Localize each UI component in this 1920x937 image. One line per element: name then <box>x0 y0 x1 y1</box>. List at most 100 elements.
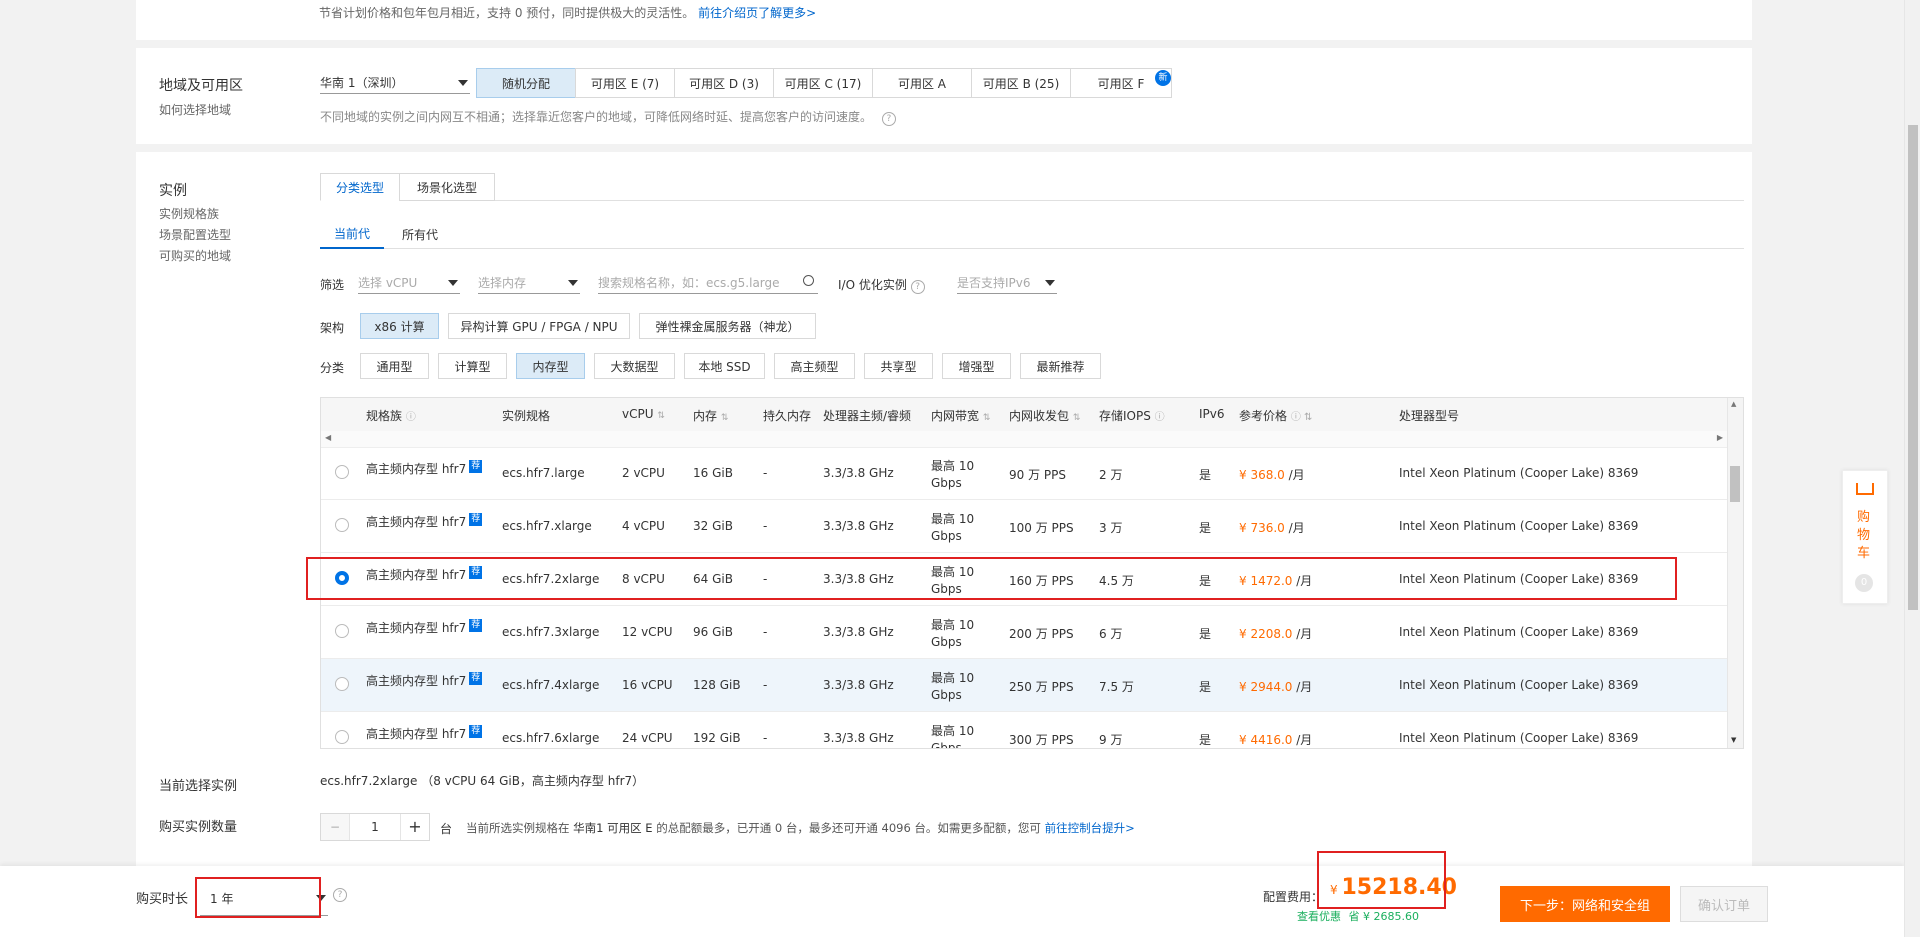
th-pps[interactable]: 内网收发包 ⇅ <box>1009 407 1080 424</box>
th-vcpu[interactable]: vCPU ⇅ <box>622 407 665 421</box>
quota-increase-link[interactable]: 前往控制台提升> <box>1045 821 1135 835</box>
cell-spec: ecs.hfr7.6xlarge <box>502 731 600 745</box>
scroll-thumb[interactable] <box>1730 466 1740 502</box>
help-icon[interactable]: ? <box>333 888 347 902</box>
scroll-up-icon[interactable]: ▲ <box>1731 400 1736 408</box>
zone-b[interactable]: 可用区 B (25) <box>971 68 1071 98</box>
scroll-left-icon[interactable]: ◀ <box>325 433 331 442</box>
filter-label: 筛选 <box>320 278 345 292</box>
cell-cpu: Intel Xeon Platinum (Cooper Lake) 8369 <box>1399 625 1639 639</box>
cart-label: 购物车 <box>1857 510 1871 561</box>
zone-c[interactable]: 可用区 C (17) <box>773 68 873 98</box>
cell-spec: ecs.hfr7.3xlarge <box>502 625 600 639</box>
selected-row-highlight <box>306 557 1677 600</box>
horizontal-scrollbar[interactable]: ◀ ▶ <box>321 431 1743 448</box>
category-shared[interactable]: 共享型 <box>864 353 933 379</box>
cell-freq: 3.3/3.8 GHz <box>823 731 894 745</box>
cell-vcpu: 4 vCPU <box>622 519 665 533</box>
table-row[interactable]: 高主频内存型 hfr7 荐 ecs.hfr7.6xlarge 24 vCPU 192 G… <box>321 712 1727 748</box>
table-row[interactable]: 高主频内存型 hfr7 荐 ecs.hfr7.large 2 vCPU 16 GiB - 3… <box>321 447 1727 500</box>
new-badge: 新 <box>1155 70 1171 86</box>
category-local-ssd[interactable]: 本地 SSD <box>684 353 765 379</box>
arch-x86[interactable]: x86 计算 <box>360 313 439 339</box>
instance-family-link[interactable]: 实例规格族 <box>159 204 219 225</box>
row-radio[interactable] <box>335 677 349 691</box>
row-radio[interactable] <box>335 465 349 479</box>
spec-search-input[interactable]: 搜索规格名称，如：ecs.g5.large <box>598 272 818 294</box>
region-help-link[interactable]: 如何选择地域 <box>159 100 231 121</box>
page-scrollbar[interactable] <box>1904 0 1920 937</box>
cell-pmem: - <box>763 625 768 639</box>
cell-ipv6: 是 <box>1199 521 1212 535</box>
category-general[interactable]: 通用型 <box>360 353 429 379</box>
cell-pmem: - <box>763 519 768 533</box>
discount-link[interactable]: 查看优惠 <box>1297 910 1341 923</box>
decrement-button[interactable]: − <box>321 814 350 840</box>
scroll-right-icon[interactable]: ▶ <box>1717 433 1723 442</box>
cell-pmem: - <box>763 731 768 745</box>
arch-bare-metal[interactable]: 弹性裸金属服务器（神龙） <box>639 313 816 339</box>
cart-count: 0 <box>1855 574 1873 592</box>
zone-a[interactable]: 可用区 A <box>872 68 972 98</box>
region-select[interactable]: 华南 1（深圳） <box>320 72 470 94</box>
top-note-text: 节省计划价格和包年包月相近，支持 0 预付，同时提供极大的灵活性。 <box>319 6 695 20</box>
zone-e[interactable]: 可用区 E (7) <box>575 68 675 98</box>
tab-all-gen[interactable]: 所有代 <box>402 226 438 243</box>
confirm-order-button[interactable]: 确认订单 <box>1680 886 1768 922</box>
th-price[interactable]: 参考价格 ⓘ ⇅ <box>1239 407 1312 424</box>
quantity-stepper[interactable]: − 1 + <box>320 813 430 841</box>
recommend-badge: 荐 <box>469 725 483 738</box>
cell-pmem: - <box>763 466 768 480</box>
cell-iops: 3 万 <box>1099 521 1123 535</box>
tab-current-gen[interactable]: 当前代 <box>320 225 384 249</box>
discount-line: 查看优惠 省 ¥ 2685.60 <box>1297 910 1419 923</box>
recommend-badge: 荐 <box>469 619 483 632</box>
th-bandwidth[interactable]: 内网带宽 ⇅ <box>931 407 990 424</box>
row-radio[interactable] <box>335 518 349 532</box>
zone-random[interactable]: 随机分配 <box>476 68 576 98</box>
tab-category[interactable]: 分类选型 <box>320 173 400 201</box>
scroll-down-icon[interactable]: ▼ <box>1731 736 1736 744</box>
quantity-input[interactable]: 1 <box>349 814 401 840</box>
tab-underline <box>320 200 1744 201</box>
zone-d[interactable]: 可用区 D (3) <box>674 68 774 98</box>
th-pmem: 持久内存 <box>763 409 812 423</box>
help-icon[interactable]: ? <box>910 280 925 294</box>
next-network-button[interactable]: 下一步：网络和安全组 <box>1500 886 1670 922</box>
cell-cpu: Intel Xeon Platinum (Cooper Lake) 8369 <box>1399 678 1639 692</box>
row-radio[interactable] <box>335 730 349 744</box>
help-icon[interactable]: ? <box>881 112 896 126</box>
th-memory[interactable]: 内存 ⇅ <box>693 407 728 424</box>
category-high-freq[interactable]: 高主频型 <box>774 353 855 379</box>
tab-scenario[interactable]: 场景化选型 <box>399 173 495 201</box>
duration-highlight <box>195 877 321 918</box>
top-note-card: 节省计划价格和包年包月相近，支持 0 预付，同时提供极大的灵活性。 前往介绍页了… <box>136 0 1752 40</box>
memory-select[interactable]: 选择内存 <box>478 272 580 294</box>
cell-mem: 128 GiB <box>693 678 741 692</box>
gen-tab-line <box>320 248 1744 249</box>
row-radio[interactable] <box>335 624 349 638</box>
table-row[interactable]: 高主频内存型 hfr7 荐 ecs.hfr7.3xlarge 12 vCPU 96 Gi… <box>321 606 1727 659</box>
vcpu-select[interactable]: 选择 vCPU <box>358 272 460 294</box>
regions-link[interactable]: 可购买的地域 <box>159 246 231 267</box>
category-recommended[interactable]: 最新推荐 <box>1020 353 1101 379</box>
scenario-link[interactable]: 场景配置选型 <box>159 225 231 246</box>
arch-heterogeneous[interactable]: 异构计算 GPU / FPGA / NPU <box>448 313 630 339</box>
category-memory[interactable]: 内存型 <box>516 353 585 379</box>
shopping-cart-panel[interactable]: 购物车 0 <box>1842 470 1888 604</box>
table-row[interactable]: 高主频内存型 hfr7 荐 ecs.hfr7.4xlarge 16 vCPU 128 G… <box>321 659 1727 712</box>
top-note-link[interactable]: 前往介绍页了解更多> <box>698 6 816 20</box>
cell-pps: 200 万 PPS <box>1009 627 1074 641</box>
category-enhanced[interactable]: 增强型 <box>942 353 1011 379</box>
table-row[interactable]: 高主频内存型 hfr7 荐 ecs.hfr7.xlarge 4 vCPU 32 GiB -… <box>321 500 1727 553</box>
page-scroll-thumb[interactable] <box>1908 125 1918 610</box>
cell-pps: 300 万 PPS <box>1009 733 1074 747</box>
category-bigdata[interactable]: 大数据型 <box>594 353 675 379</box>
cell-mem: 192 GiB <box>693 731 741 745</box>
category-compute[interactable]: 计算型 <box>438 353 507 379</box>
search-icon[interactable] <box>803 275 814 286</box>
recommend-badge: 荐 <box>469 672 483 685</box>
table-vertical-scrollbar[interactable]: ▲ ▼ <box>1727 398 1743 748</box>
ipv6-select[interactable]: 是否支持IPv6 <box>957 272 1057 294</box>
increment-button[interactable]: + <box>400 814 429 840</box>
